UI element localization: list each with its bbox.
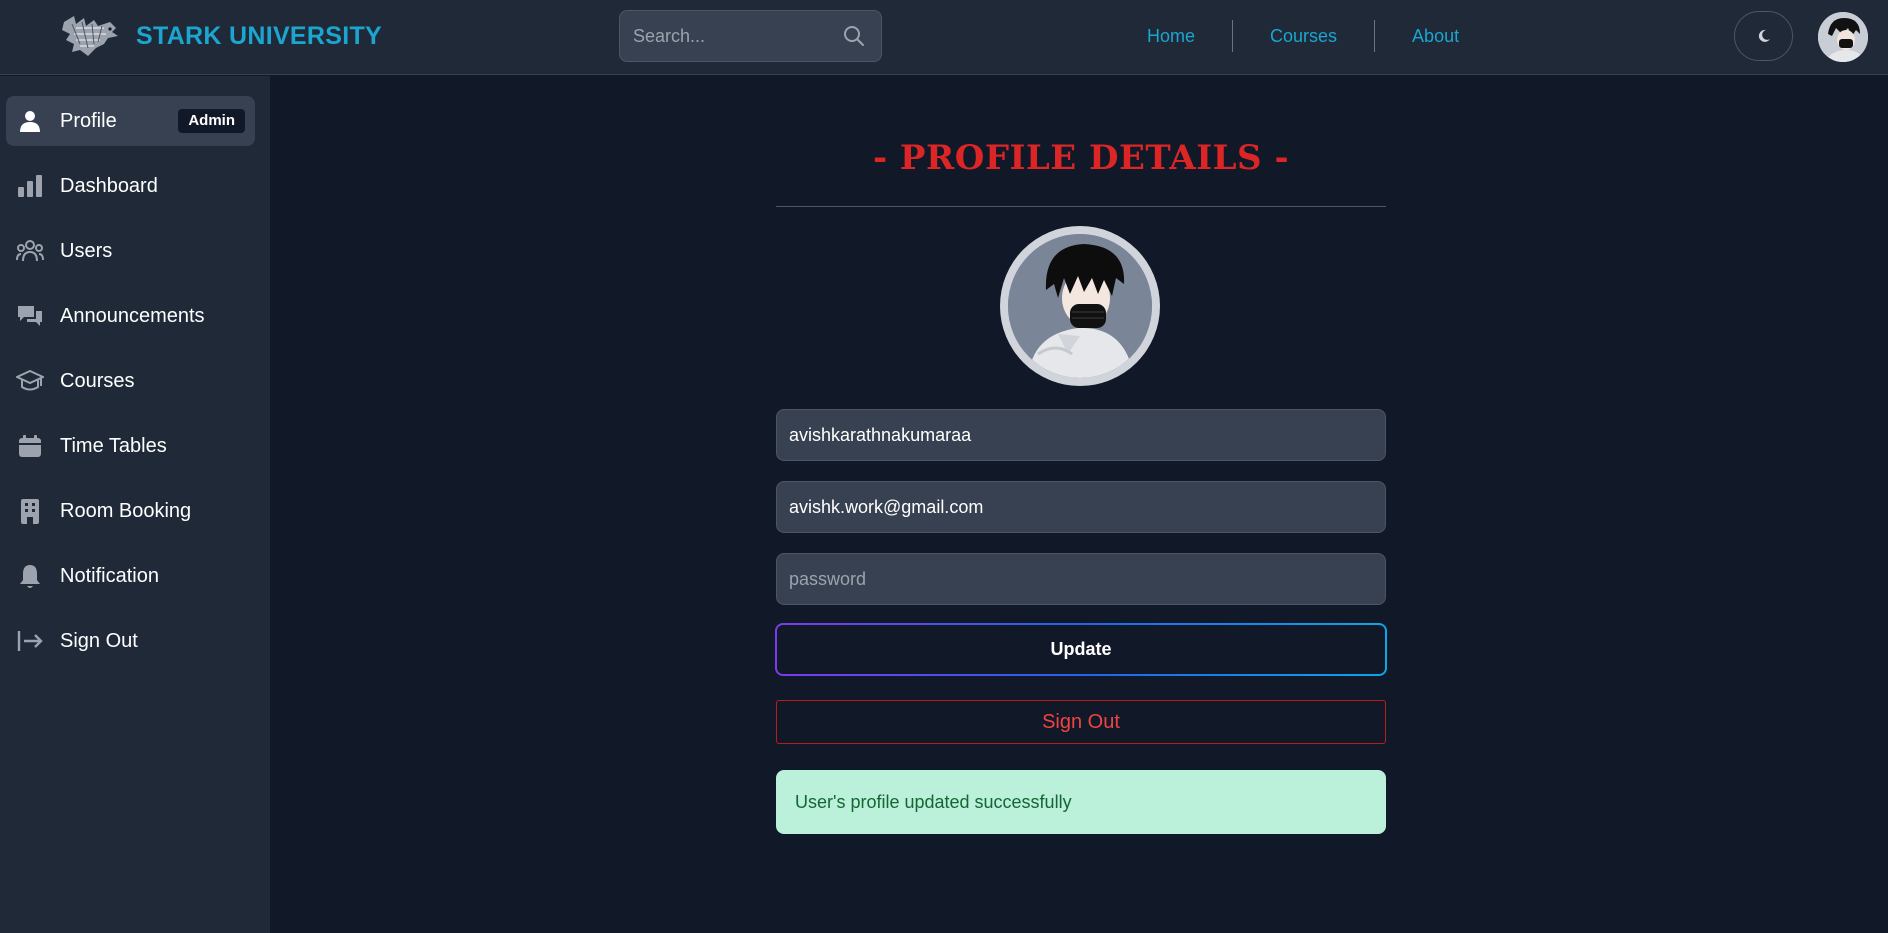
person-icon bbox=[16, 107, 44, 135]
profile-avatar[interactable] bbox=[1000, 226, 1160, 386]
sidebar-item-sign-out[interactable]: Sign Out bbox=[6, 616, 255, 666]
email-field[interactable] bbox=[776, 481, 1386, 533]
sidebar-item-profile[interactable]: Profile Admin bbox=[6, 96, 255, 146]
sign-out-button[interactable]: Sign Out bbox=[776, 700, 1386, 744]
search-box bbox=[619, 10, 882, 62]
sidebar-item-users[interactable]: Users bbox=[6, 226, 255, 276]
success-alert: User's profile updated successfully bbox=[776, 770, 1386, 834]
moon-icon bbox=[1758, 29, 1770, 42]
chat-icon bbox=[16, 302, 44, 330]
sidebar-item-courses[interactable]: Courses bbox=[6, 356, 255, 406]
sidebar-item-label: Room Booking bbox=[60, 499, 192, 522]
bell-icon bbox=[16, 562, 44, 590]
building-icon bbox=[16, 497, 44, 525]
username-field[interactable] bbox=[776, 409, 1386, 461]
sidebar-item-announcements[interactable]: Announcements bbox=[6, 291, 255, 341]
graduation-cap-icon bbox=[16, 367, 44, 395]
nav-about-link[interactable]: About bbox=[1375, 20, 1496, 52]
search-input[interactable] bbox=[620, 11, 835, 61]
calendar-icon bbox=[16, 432, 44, 460]
sidebar-item-time-tables[interactable]: Time Tables bbox=[6, 421, 255, 471]
update-button[interactable]: Update bbox=[775, 623, 1387, 676]
page-title: - PROFILE DETAILS - bbox=[872, 138, 1290, 178]
sidebar-item-dashboard[interactable]: Dashboard bbox=[6, 161, 255, 211]
update-button-label: Update bbox=[777, 625, 1385, 674]
sidebar-item-label: Notification bbox=[60, 564, 159, 587]
users-icon bbox=[16, 237, 44, 265]
theme-toggle-button[interactable] bbox=[1734, 11, 1793, 61]
role-badge: Admin bbox=[178, 109, 245, 133]
brand[interactable]: STARK UNIVERSITY bbox=[60, 14, 382, 58]
nav-home-link[interactable]: Home bbox=[1110, 20, 1232, 52]
sign-out-icon bbox=[16, 627, 44, 655]
sidebar-item-label: Courses bbox=[60, 369, 135, 392]
avatar-image bbox=[1818, 12, 1868, 62]
sidebar: Profile Admin Dashboard Users Announceme… bbox=[0, 76, 270, 933]
main-nav: Home Courses About bbox=[1110, 20, 1496, 52]
user-avatar[interactable] bbox=[1818, 12, 1868, 62]
bar-chart-icon bbox=[16, 172, 44, 200]
password-field[interactable] bbox=[776, 553, 1386, 605]
top-navbar: STARK UNIVERSITY Home Courses About bbox=[0, 0, 1888, 75]
sidebar-item-label: Sign Out bbox=[60, 629, 138, 652]
nav-courses-link[interactable]: Courses bbox=[1233, 20, 1374, 52]
sidebar-item-notification[interactable]: Notification bbox=[6, 551, 255, 601]
search-icon[interactable] bbox=[843, 25, 865, 47]
sidebar-item-label: Announcements bbox=[60, 304, 205, 327]
sidebar-item-label: Users bbox=[60, 239, 113, 262]
sidebar-item-label: Time Tables bbox=[60, 434, 167, 457]
title-divider bbox=[776, 206, 1386, 207]
direwolf-logo-icon bbox=[62, 16, 118, 56]
sidebar-item-label: Dashboard bbox=[60, 174, 158, 197]
profile-image bbox=[1008, 234, 1152, 378]
sidebar-item-room-booking[interactable]: Room Booking bbox=[6, 486, 255, 536]
sidebar-item-label: Profile bbox=[60, 109, 117, 132]
brand-name: STARK UNIVERSITY bbox=[136, 21, 383, 50]
